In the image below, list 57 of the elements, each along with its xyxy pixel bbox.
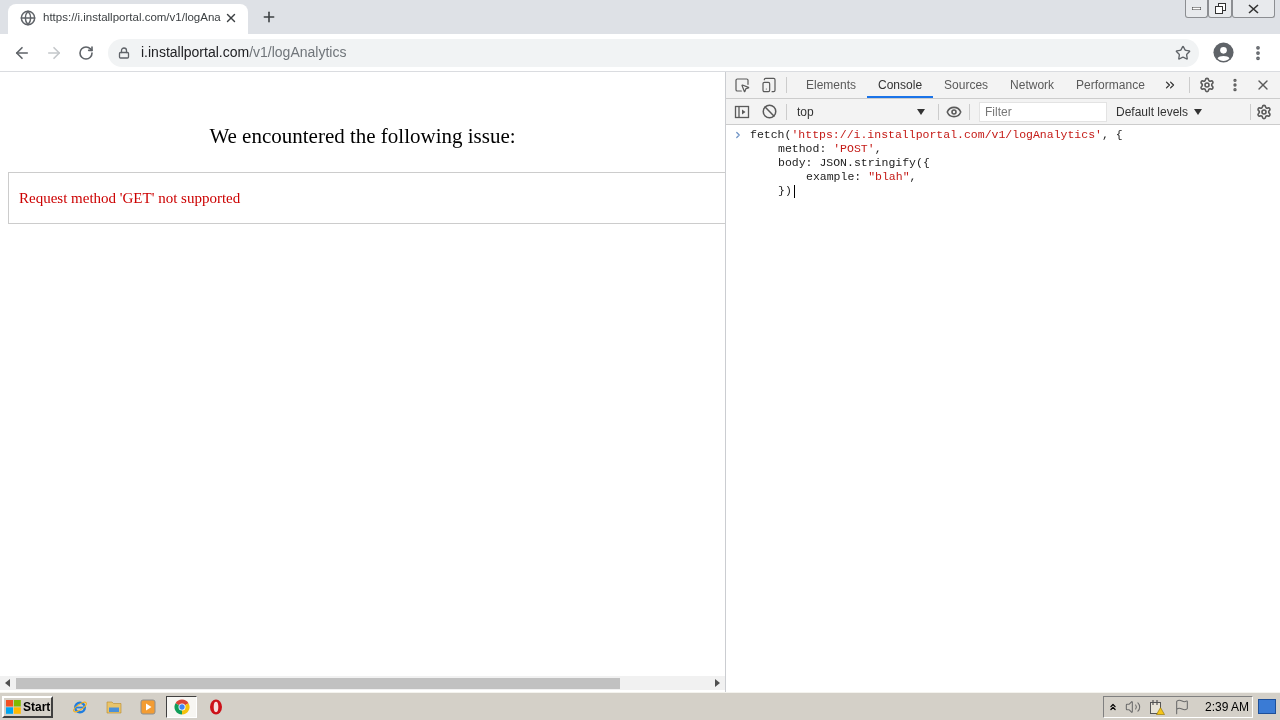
inspect-element-icon[interactable] [734,77,750,93]
dropdown-caret-icon [917,108,925,115]
code-line: fetch('https://i.installportal.com/v1/logAnalytics', { [750,128,1123,142]
tab-title: https://i.installportal.com/v1/logAna [43,10,221,26]
profile-avatar-icon[interactable] [1213,42,1234,63]
page-heading: We encountered the following issue: [209,124,516,148]
filter-field[interactable]: Filter [979,101,1107,122]
restore-button[interactable] [1208,0,1232,18]
code-line: example: "blah", [806,170,917,184]
show-hidden-icons-icon[interactable] [1107,701,1118,712]
circle-logo-icon [173,698,190,715]
clear-console-icon[interactable] [762,104,777,119]
close-icon [1248,3,1259,14]
close-icon [224,11,238,25]
scroll-left-arrow-icon[interactable] [5,679,10,687]
scroll-right-arrow-icon[interactable] [715,679,720,687]
speaker-icon[interactable] [1124,698,1141,715]
levels-select[interactable]: Default levels [1116,101,1203,122]
text-caret-icon [793,184,795,198]
prompt-chevron-icon [733,130,743,140]
context-select[interactable]: top [792,101,935,122]
lock-icon [118,46,130,59]
devtools-tab[interactable]: Elements [795,72,868,98]
browser-tab[interactable]: https://i.installportal.com/v1/logAna [8,4,248,34]
close-window-button[interactable] [1232,0,1275,18]
sidebar-toggle-icon[interactable] [734,103,750,120]
code-line: method: 'POST', [778,142,882,156]
dropdown-caret-icon [1194,108,1203,115]
minimize-icon [1192,7,1201,10]
oval-ring-icon [207,698,224,715]
new-tab-button[interactable] [261,9,277,25]
url-text: i.installportal.com/v1/logAnalytics [141,43,347,62]
devtools-tab[interactable]: Sources [933,72,1000,98]
horizontal-scrollbar[interactable] [0,676,725,690]
console-settings-icon[interactable] [1256,103,1272,120]
settings-icon[interactable] [1198,77,1215,93]
flag-icon[interactable] [1173,698,1190,715]
code-line: body: JSON.stringify({ [778,156,930,170]
network-warning-icon[interactable] [1148,698,1165,715]
bookmark-star-icon[interactable] [1175,44,1191,61]
device-toggle-icon[interactable] [761,77,777,93]
restore-icon [1214,3,1226,14]
error-message: Request method 'GET' not supported [19,188,241,208]
play-tile-icon [139,698,156,715]
scrollbar-thumb[interactable] [16,677,620,689]
globe-icon [20,10,36,26]
code-line: }) [778,184,792,198]
clock[interactable]: 2:39 AM [1204,697,1249,716]
folder-icon [105,698,122,715]
windows-logo-icon [6,699,21,714]
devtools-tab[interactable]: Performance [1065,72,1156,98]
start-button[interactable]: Start [2,695,53,718]
reload-icon [78,44,94,61]
address-bar[interactable]: i.installportal.com/v1/logAnalytics [108,38,1199,67]
devtools-tab[interactable]: Network [999,72,1066,98]
plus-icon [261,9,277,25]
taskbar-app-button[interactable] [166,695,197,718]
